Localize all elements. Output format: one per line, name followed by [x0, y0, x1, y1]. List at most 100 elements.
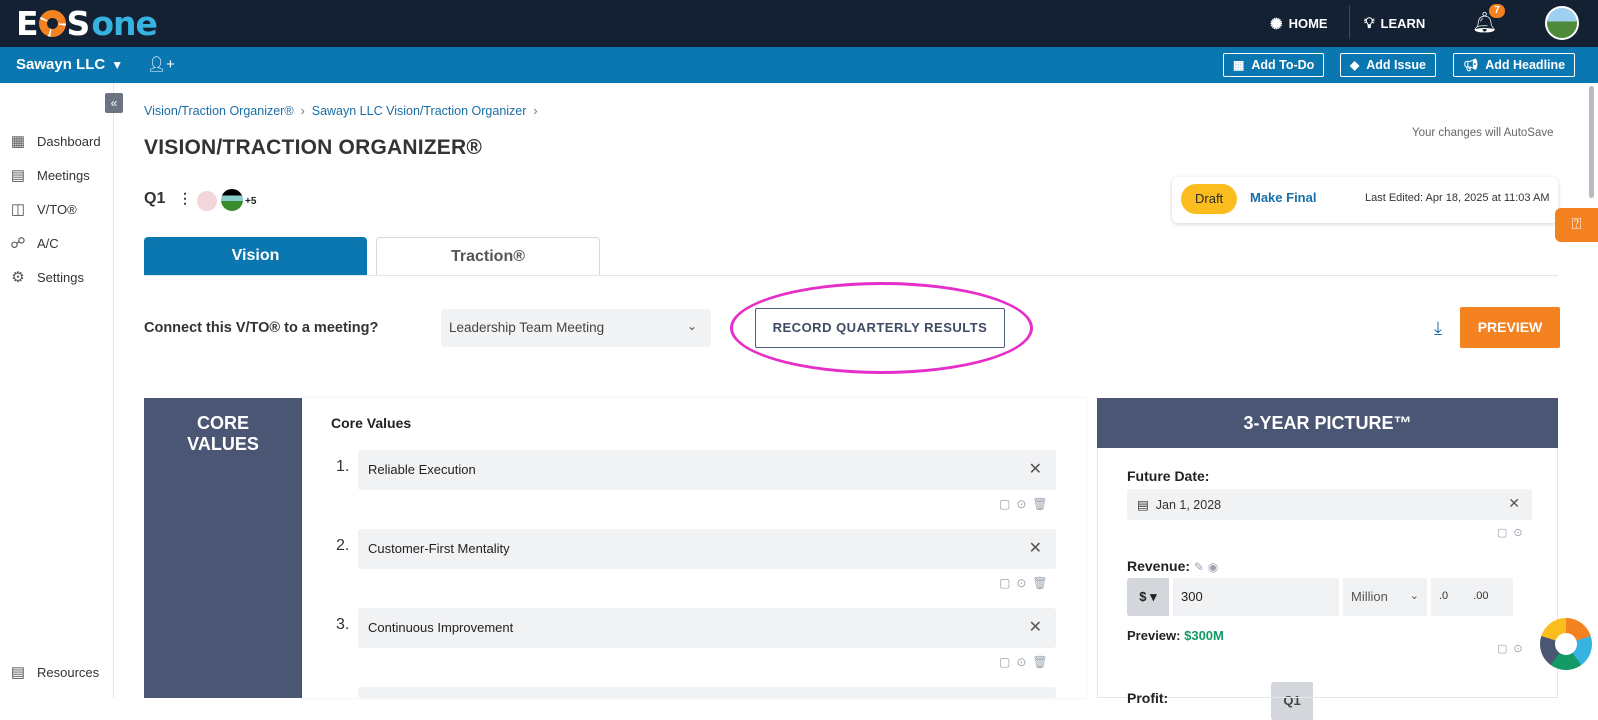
eos-one-logo[interactable]: E S one	[16, 3, 158, 43]
collapse-sidebar-icon[interactable]: «	[105, 93, 123, 113]
eos-help-wheel-icon[interactable]	[1540, 618, 1592, 670]
make-final-link[interactable]: Make Final	[1250, 190, 1316, 205]
book-icon: ▤	[10, 664, 26, 681]
preview-button[interactable]: PREVIEW	[1460, 307, 1560, 348]
unit-value: Million	[1351, 589, 1388, 604]
sidebar-item-dashboard[interactable]: ▦ Dashboard	[9, 132, 101, 150]
download-icon[interactable]: ⊙	[1016, 497, 1032, 511]
tab-traction[interactable]: Traction®	[376, 237, 600, 275]
sidebar-item-label: Meetings	[37, 167, 90, 183]
more-options-icon[interactable]: ⋮	[178, 190, 192, 207]
clear-icon[interactable]: ✕	[1029, 459, 1042, 479]
org-name: Sawayn LLC	[16, 56, 106, 73]
calendar-icon: ▤	[1137, 498, 1156, 512]
download-icon[interactable]: ⤓	[1434, 318, 1442, 339]
add-headline-label: Add Headline	[1485, 58, 1566, 72]
sidebar-item-settings[interactable]: ⚙ Settings	[9, 268, 84, 286]
currency-select[interactable]: $ ▾	[1127, 578, 1169, 616]
core-value-input[interactable]	[358, 687, 1056, 698]
clear-icon[interactable]: ✕	[1508, 495, 1520, 512]
add-user-icon[interactable]: 👤︎+	[147, 55, 175, 73]
meeting-select[interactable]: Leadership Team Meeting ⌄	[441, 309, 711, 347]
quarter-label: Q1	[144, 190, 166, 207]
decimal-controls: .0 .00	[1431, 578, 1513, 616]
eye-icon[interactable]: ◉	[1208, 560, 1218, 574]
currency-value: $	[1139, 589, 1147, 604]
logo-letter-s: S	[66, 3, 91, 43]
trash-icon[interactable]: 🗑︎	[1032, 655, 1053, 669]
note-icon[interactable]: ▢	[999, 655, 1016, 669]
sidebar-item-label: V/TO®	[37, 201, 77, 217]
core-value-text: Continuous Improvement	[368, 620, 514, 635]
sidebar-item-ac[interactable]: ☍ A/C	[9, 234, 59, 252]
top-divider	[1349, 5, 1350, 39]
learn-link[interactable]: 💡︎ LEARN	[1364, 0, 1425, 47]
clear-icon[interactable]: ✕	[1029, 617, 1042, 637]
edit-icon[interactable]: ✎	[1194, 560, 1204, 574]
last-edited-text: Last Edited: Apr 18, 2025 at 11:03 AM	[1365, 192, 1550, 204]
more-avatars-count[interactable]: +5	[245, 196, 256, 207]
avatar[interactable]	[220, 188, 244, 212]
note-icon[interactable]: ▢	[999, 576, 1016, 590]
decrease-decimal-button[interactable]: .0	[1439, 590, 1448, 602]
clear-icon[interactable]: ✕	[1029, 538, 1042, 558]
avatar[interactable]	[196, 190, 218, 212]
logo-suffix: one	[91, 3, 158, 43]
core-value-input[interactable]: Reliable Execution ✕	[358, 450, 1056, 490]
scrollbar[interactable]	[1589, 86, 1594, 198]
add-todo-button[interactable]: ▦ Add To-Do	[1223, 53, 1325, 77]
download-icon[interactable]: ⊙	[1016, 576, 1032, 590]
revenue-input[interactable]: 300	[1173, 578, 1339, 616]
note-icon[interactable]: ▢	[1497, 643, 1513, 655]
revenue-tools: ▢⊙	[1497, 642, 1529, 655]
sidebar-item-vto[interactable]: ◫ V/TO®	[9, 200, 77, 218]
add-issue-button[interactable]: ◆ Add Issue	[1340, 53, 1436, 77]
gear-icon: ⚙	[11, 269, 25, 286]
home-link[interactable]: ✺ HOME	[1270, 0, 1328, 47]
home-label: HOME	[1288, 16, 1328, 31]
list-number: 3.	[336, 616, 350, 633]
core-value-input[interactable]: Continuous Improvement ✕	[358, 608, 1056, 648]
download-icon[interactable]: ⊙	[1513, 527, 1528, 539]
user-avatar[interactable]	[1545, 6, 1579, 40]
lightbulb-icon: 💡︎	[1364, 15, 1375, 32]
revenue-label: Revenue: ✎ ◉	[1127, 558, 1218, 574]
sidebar-item-resources[interactable]: ▤ Resources	[9, 663, 99, 681]
sidebar-item-label: Resources	[37, 664, 100, 680]
trash-icon[interactable]: 🗑︎	[1032, 497, 1053, 511]
chevron-right-icon: ›	[533, 104, 538, 118]
increase-decimal-button[interactable]: .00	[1473, 590, 1488, 602]
sidebar-item-label: A/C	[37, 235, 59, 251]
download-icon[interactable]: ⊙	[1016, 655, 1032, 669]
note-icon[interactable]: ▢	[999, 497, 1016, 511]
feedback-chat-icon[interactable]: ⍰	[1555, 208, 1598, 242]
download-icon[interactable]: ⊙	[1513, 643, 1528, 655]
breadcrumb-org-vto-link[interactable]: Sawayn LLC Vision/Traction Organizer	[312, 104, 527, 118]
trash-icon[interactable]: 🗑︎	[1032, 576, 1053, 590]
future-date-input[interactable]: ▤ Jan 1, 2028 ✕	[1127, 489, 1532, 520]
home-wheel-icon: ✺	[1270, 15, 1283, 33]
preview-label: Preview:	[1127, 628, 1181, 643]
meeting-select-value: Leadership Team Meeting	[449, 320, 605, 335]
autosave-note: Your changes will AutoSave	[1412, 127, 1554, 139]
core-value-text: Customer-First Mentality	[368, 541, 510, 556]
grid-icon: ▦	[10, 133, 26, 150]
calendar-icon: ▤	[10, 167, 26, 184]
core-value-input[interactable]: Customer-First Mentality ✕	[358, 529, 1056, 569]
note-icon[interactable]: ▢	[1497, 527, 1513, 539]
tab-vision[interactable]: Vision	[144, 237, 367, 275]
add-headline-button[interactable]: 📢︎ Add Headline	[1453, 53, 1576, 77]
learn-label: LEARN	[1380, 16, 1426, 31]
sidebar-item-meetings[interactable]: ▤ Meetings	[9, 166, 90, 184]
caret-down-icon: ▾	[1150, 589, 1157, 604]
chevron-down-icon: ⌄	[1409, 590, 1419, 602]
chevron-down-icon: ▼	[111, 58, 124, 72]
core-values-heading: Core Values	[331, 415, 412, 431]
org-switcher[interactable]: Sawayn LLC ▼	[16, 56, 123, 73]
unit-select[interactable]: Million ⌄	[1343, 578, 1427, 616]
notification-badge: 7	[1489, 4, 1505, 18]
add-todo-label: Add To-Do	[1251, 58, 1315, 72]
list-number: 2.	[336, 537, 350, 554]
issue-diamond-icon: ◆	[1350, 58, 1360, 72]
breadcrumb-vto-link[interactable]: Vision/Traction Organizer®	[144, 104, 294, 118]
